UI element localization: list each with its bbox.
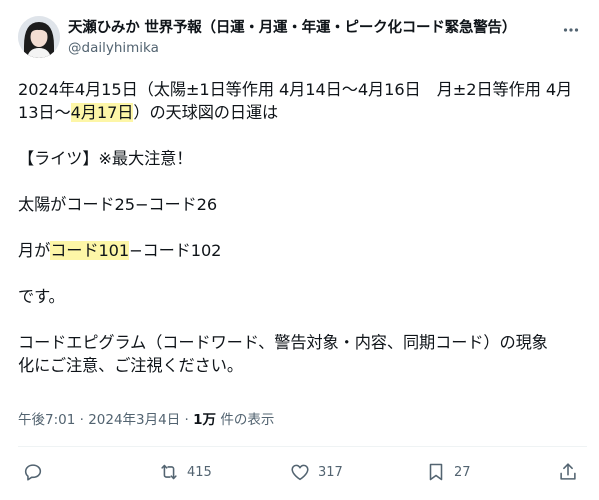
repost-button[interactable]: 415: [158, 458, 212, 486]
view-count[interactable]: 1万: [193, 412, 216, 428]
more-options-icon[interactable]: [559, 18, 583, 42]
post-line: 化にご注意、ご注視ください。: [18, 356, 243, 375]
highlighted-code: コード101: [50, 241, 130, 260]
post-line: 2024年4月15日（太陽±1日等作用 4月14日〜4月16日 月±2日等作用 …: [18, 80, 573, 99]
repost-icon: [158, 461, 180, 483]
highlighted-date: 4月17日: [70, 103, 134, 122]
post-time[interactable]: 午後7:01: [18, 412, 75, 428]
bookmark-button[interactable]: 27: [425, 458, 471, 486]
post-text: 2024年4月15日（太陽±1日等作用 4月14日〜4月16日 月±2日等作用 …: [18, 78, 583, 377]
post-header: 天瀬ひみか 世界予報（日運・月運・年運・ピーク化コード緊急警告） @dailyh…: [18, 16, 587, 66]
post-line: 月がコード101−コード102: [18, 241, 222, 260]
post-date[interactable]: 2024年3月4日: [88, 412, 180, 428]
heart-icon: [289, 461, 311, 483]
share-icon: [557, 461, 579, 483]
post-line: コードエピグラム（コードワード、警告対象・内容、同期コード）の現象: [18, 333, 548, 352]
reply-button[interactable]: [22, 458, 51, 486]
like-count: 317: [318, 464, 343, 480]
post-line: 【ライツ】※最大注意！: [18, 149, 193, 168]
bookmark-count: 27: [454, 464, 471, 480]
author-handle[interactable]: @dailyhimika: [68, 38, 547, 58]
post-line: 13日〜4月17日）の天球図の日運は: [18, 103, 279, 122]
share-button[interactable]: [557, 458, 579, 486]
action-bar: 415 317 27: [0, 458, 599, 486]
divider: [18, 446, 587, 447]
bookmark-icon: [425, 461, 447, 483]
reply-icon: [22, 461, 44, 483]
post-line: です。: [18, 287, 65, 306]
like-button[interactable]: 317: [289, 458, 343, 486]
profile-avatar-icon[interactable]: [18, 16, 60, 58]
post-meta: 午後7:01 · 2024年3月4日 · 1万 件の表示: [18, 412, 275, 428]
repost-count: 415: [187, 464, 212, 480]
post-line: 太陽がコード25−コード26: [18, 195, 218, 214]
author-display-name[interactable]: 天瀬ひみか 世界予報（日運・月運・年運・ピーク化コード緊急警告）: [68, 18, 547, 38]
view-count-suffix: 件の表示: [216, 412, 275, 428]
